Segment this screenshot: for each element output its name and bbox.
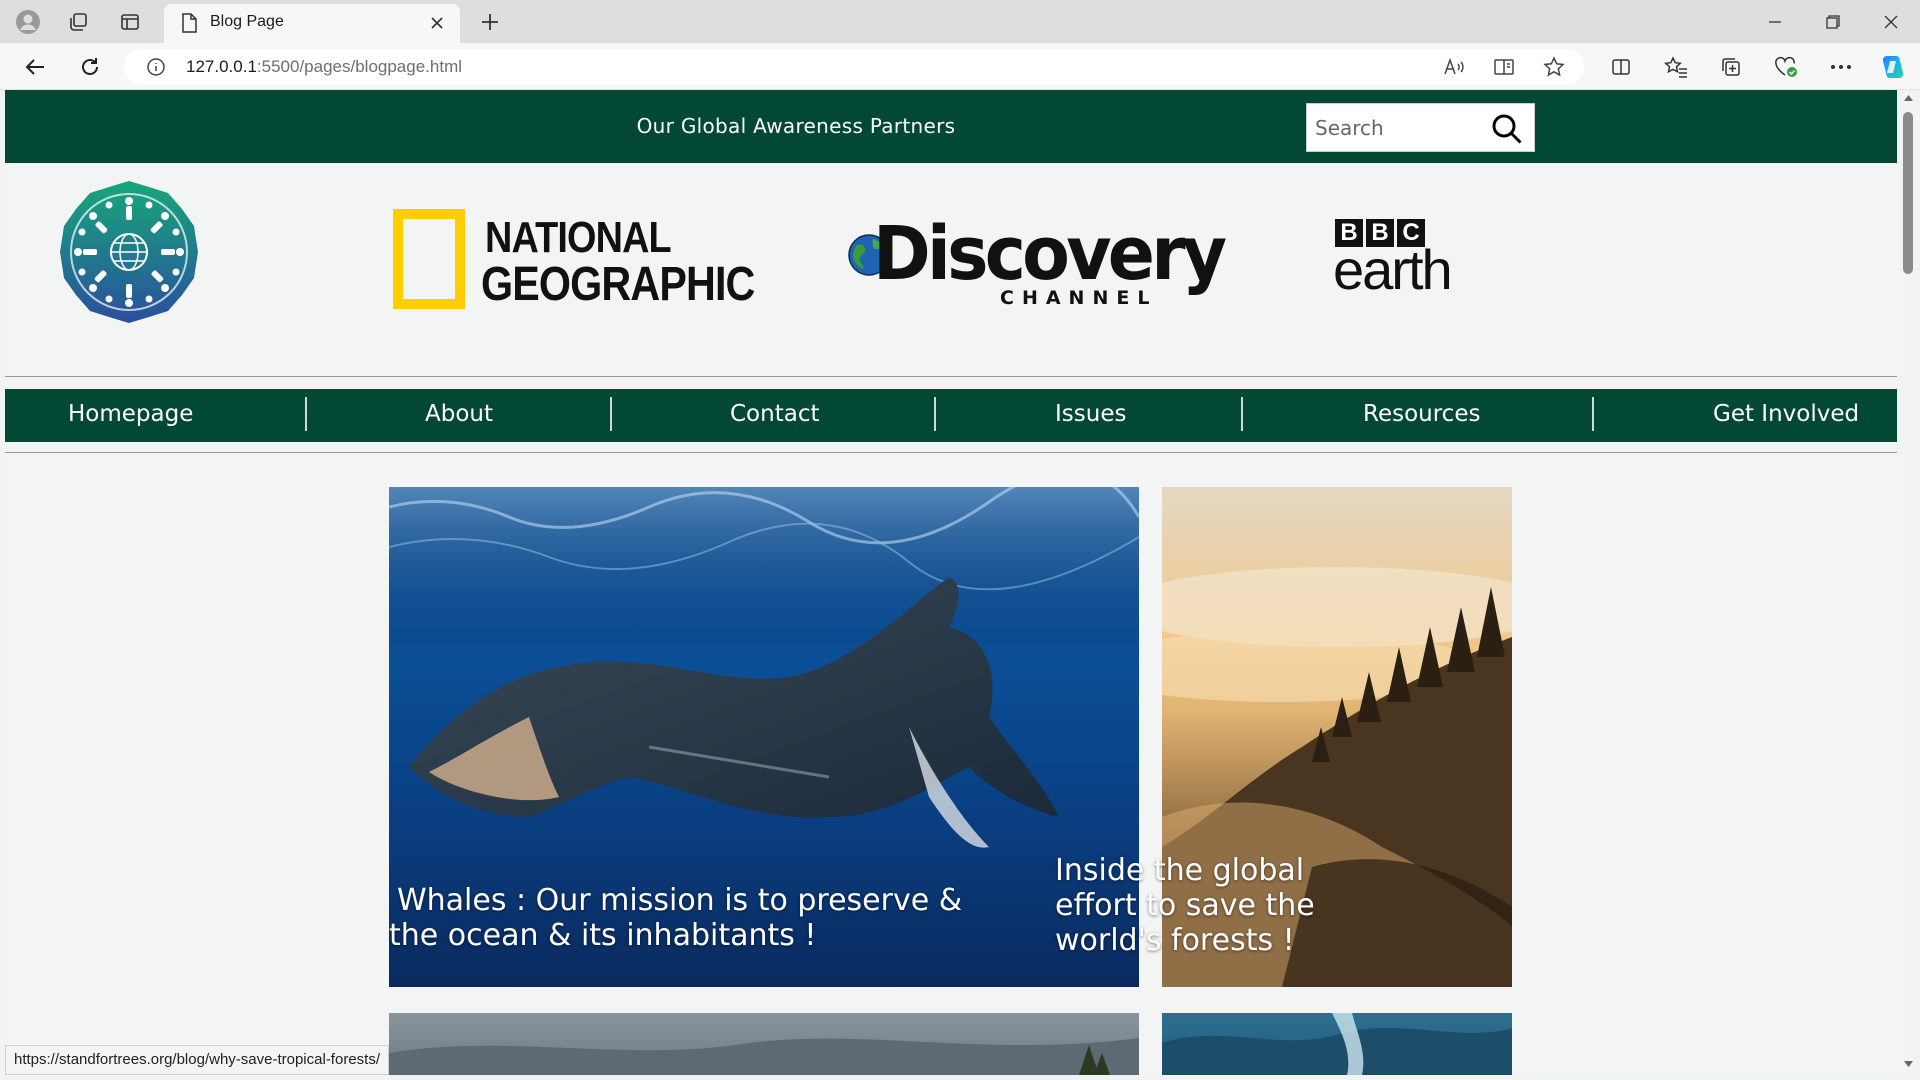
divider-top: [5, 376, 1897, 377]
bbc-earth-wordmark: earth: [1333, 238, 1453, 301]
refresh-icon[interactable]: [75, 52, 105, 82]
tab-blog-page[interactable]: Blog Page: [164, 4, 460, 43]
scroll-down-arrow-icon[interactable]: [1903, 1060, 1914, 1068]
close-window-icon[interactable]: [1862, 0, 1920, 43]
minimize-icon[interactable]: [1746, 0, 1804, 43]
discovery-channel-text: CHANNEL: [1000, 287, 1158, 309]
divider-bottom: [5, 452, 1897, 453]
discovery-wordmark: Discovery: [873, 211, 1227, 297]
tab-title: Blog Page: [210, 13, 284, 30]
url-field[interactable]: 127.0.0.1:5500/pages/blogpage.html: [124, 49, 1584, 85]
favorite-star-icon[interactable]: [1540, 53, 1568, 81]
more-options-icon[interactable]: [1826, 52, 1856, 82]
organization-emblem-logo[interactable]: [56, 179, 202, 325]
blog-card-third[interactable]: [389, 1013, 1139, 1075]
blog-card-whales[interactable]: Whales : Our mission is to preserve & th…: [389, 487, 1139, 987]
profile-icon[interactable]: [14, 8, 42, 36]
close-tab-icon[interactable]: [426, 12, 448, 34]
discovery-channel-logo[interactable]: Discovery CHANNEL: [845, 211, 1227, 313]
nav-about[interactable]: About: [425, 401, 493, 427]
natgeo-line1: NATIONAL: [485, 213, 672, 262]
partner-logos: NATIONAL GEOGRAPHIC Discovery CHANNEL B …: [5, 163, 1897, 377]
scroll-up-arrow-icon[interactable]: [1903, 94, 1914, 102]
search-input[interactable]: [1315, 112, 1485, 144]
nav-separator: [1592, 397, 1594, 431]
blog-card-fourth[interactable]: [1162, 1013, 1512, 1075]
natgeo-yellow-frame: [393, 209, 465, 309]
back-arrow-icon[interactable]: [20, 52, 50, 82]
main-nav: Homepage About Contact Issues Resources …: [5, 389, 1897, 442]
card-forests-title: Inside the global effort to save the wor…: [1055, 853, 1315, 958]
page-viewport: Our Global Awareness Partners Search NAT…: [5, 90, 1897, 1075]
browser-essentials-icon[interactable]: [1771, 52, 1801, 82]
split-screen-icon[interactable]: [1606, 52, 1636, 82]
restore-icon[interactable]: [1804, 0, 1862, 43]
nav-separator: [305, 397, 307, 431]
glacier-image: [1162, 1013, 1512, 1075]
page-icon: [180, 13, 198, 37]
natgeo-line2: GEOGRAPHIC: [481, 258, 755, 311]
card-whales-title: Whales : Our mission is to preserve & th…: [389, 883, 963, 953]
copilot-icon[interactable]: [1878, 52, 1908, 82]
workspaces-icon[interactable]: [64, 8, 92, 36]
address-bar: 127.0.0.1:5500/pages/blogpage.html: [0, 43, 1920, 90]
nav-separator: [610, 397, 612, 431]
vertical-tabs-icon[interactable]: [116, 8, 144, 36]
browser-tab-bar: Blog Page: [0, 0, 1920, 43]
nav-separator: [1241, 397, 1243, 431]
collections-icon[interactable]: [1716, 52, 1746, 82]
nav-separator: [934, 397, 936, 431]
search-box: [1306, 103, 1535, 152]
page-scrollbar[interactable]: [1897, 90, 1920, 1075]
nav-issues[interactable]: Issues: [1055, 401, 1126, 427]
site-info-icon[interactable]: [142, 53, 170, 81]
status-url-preview: https://standfortrees.org/blog/why-save-…: [5, 1045, 389, 1075]
nav-resources[interactable]: Resources: [1363, 401, 1480, 427]
immersive-reader-icon[interactable]: [1490, 53, 1518, 81]
nav-contact[interactable]: Contact: [730, 401, 819, 427]
nav-get-involved[interactable]: Get Involved: [1713, 401, 1859, 427]
partners-header: Our Global Awareness Partners: [5, 90, 1897, 163]
url-text: 127.0.0.1:5500/pages/blogpage.html: [186, 57, 463, 76]
national-geographic-logo[interactable]: NATIONAL GEOGRAPHIC: [393, 207, 755, 311]
scroll-thumb[interactable]: [1903, 112, 1913, 274]
bbc-earth-logo[interactable]: B B C earth: [1333, 219, 1473, 309]
favorites-icon[interactable]: [1661, 52, 1691, 82]
nav-homepage[interactable]: Homepage: [68, 401, 193, 427]
read-aloud-icon[interactable]: [1440, 53, 1468, 81]
clouds-image: [389, 1038, 1139, 1075]
search-icon[interactable]: [1490, 112, 1524, 146]
new-tab-icon[interactable]: [476, 8, 504, 36]
